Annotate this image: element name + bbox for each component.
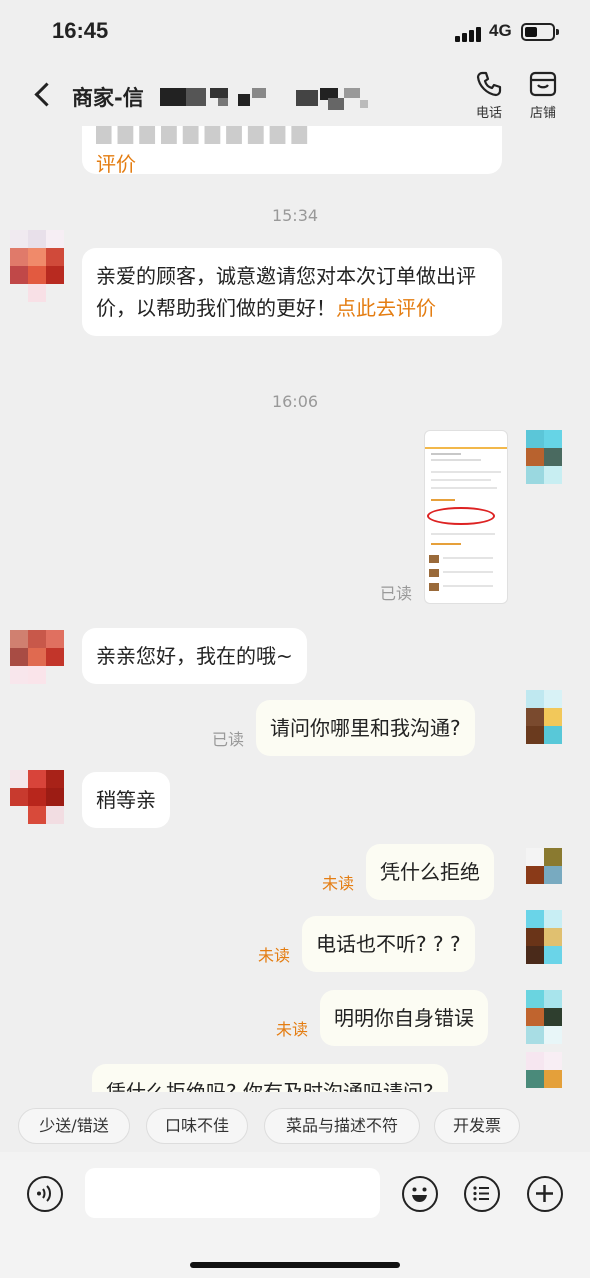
timestamp: 16:06 (271, 392, 319, 411)
avatar (526, 690, 580, 744)
store-icon (529, 70, 557, 97)
review-link[interactable]: 点此去评价 (336, 296, 436, 320)
message-bubble: █ █ █ █ █ █ █ █ █ █ 评价 (82, 126, 502, 176)
message-input[interactable] (85, 1168, 380, 1218)
status-time: 16:45 (52, 18, 109, 43)
avatar (526, 910, 580, 964)
quick-reply-chip[interactable]: 菜品与描述不符 (264, 1108, 420, 1144)
avatar (526, 430, 580, 484)
message-bubble: 电话也不听? ? ? (302, 916, 475, 972)
avatar (526, 848, 580, 902)
quick-reply-chip[interactable]: 少送/错送 (18, 1108, 130, 1144)
message-text: 明明你自身错误 (334, 1006, 474, 1030)
avatar (526, 1052, 580, 1092)
message-link[interactable]: 评价 (96, 148, 488, 180)
voice-icon[interactable] (27, 1176, 63, 1212)
quick-reply-chip[interactable]: 开发票 (434, 1108, 520, 1144)
chat-header: 商家-信 电话 店铺 (0, 64, 590, 126)
message-text: 稍等亲 (96, 788, 156, 812)
message-bubble: 凭什么拒绝吗? 你有及时沟通吗请问? (92, 1064, 448, 1092)
unread-status: 未读 (276, 1020, 309, 1039)
store-label: 店铺 (529, 106, 556, 121)
chat-list[interactable]: █ █ █ █ █ █ █ █ █ █ 评价 15:34 亲爱的顾客，诚意邀请您… (0, 126, 590, 1092)
unread-status: 未读 (258, 946, 291, 965)
message-bubble: 明明你自身错误 (320, 990, 488, 1046)
phone-button[interactable]: 电话 (467, 70, 511, 121)
network-type: 4G (489, 21, 512, 40)
message-text: 电话也不听? ? ? (316, 932, 461, 956)
emoji-icon[interactable] (402, 1176, 438, 1212)
chevron-left-icon[interactable] (32, 80, 60, 110)
image-message[interactable] (424, 430, 508, 604)
read-status: 已读 (212, 730, 245, 749)
message-text: 凭什么拒绝 (380, 860, 480, 884)
message-text: 请问你哪里和我沟通? (270, 716, 461, 740)
phone-icon (475, 70, 503, 97)
timestamp: 15:34 (271, 206, 319, 225)
phone-label: 电话 (475, 106, 502, 121)
plus-icon[interactable] (527, 1176, 563, 1212)
battery-icon (521, 23, 559, 41)
message-bubble: 凭什么拒绝 (366, 844, 494, 900)
chat-title: 商家-信 (72, 86, 144, 110)
avatar (526, 990, 580, 1044)
input-bar (0, 1152, 590, 1278)
avatar (10, 770, 64, 824)
message-text: 亲亲您好，我在的哦~ (96, 644, 293, 668)
store-button[interactable]: 店铺 (521, 70, 565, 121)
avatar (10, 630, 64, 684)
quick-reply-chip[interactable]: 口味不佳 (146, 1108, 248, 1144)
message-bubble: 亲爱的顾客，诚意邀请您对本次订单做出评价，以帮助我们做的更好！点此去评价 (82, 248, 502, 336)
menu-list-icon[interactable] (464, 1176, 500, 1212)
message-bubble: 亲亲您好，我在的哦~ (82, 628, 307, 684)
unread-status: 未读 (322, 874, 355, 893)
redacted-name (160, 84, 370, 110)
quick-reply-bar: 少送/错送 口味不佳 菜品与描述不符 开发票 (0, 1100, 590, 1150)
avatar (10, 230, 64, 302)
message-bubble: 请问你哪里和我沟通? (256, 700, 475, 756)
status-bar: 16:45 4G (0, 0, 590, 64)
message-bubble: 稍等亲 (82, 772, 170, 828)
message-text: 凭什么拒绝吗? 你有及时沟通吗请问? (106, 1080, 434, 1092)
home-indicator (190, 1262, 400, 1268)
read-status: 已读 (380, 584, 413, 603)
